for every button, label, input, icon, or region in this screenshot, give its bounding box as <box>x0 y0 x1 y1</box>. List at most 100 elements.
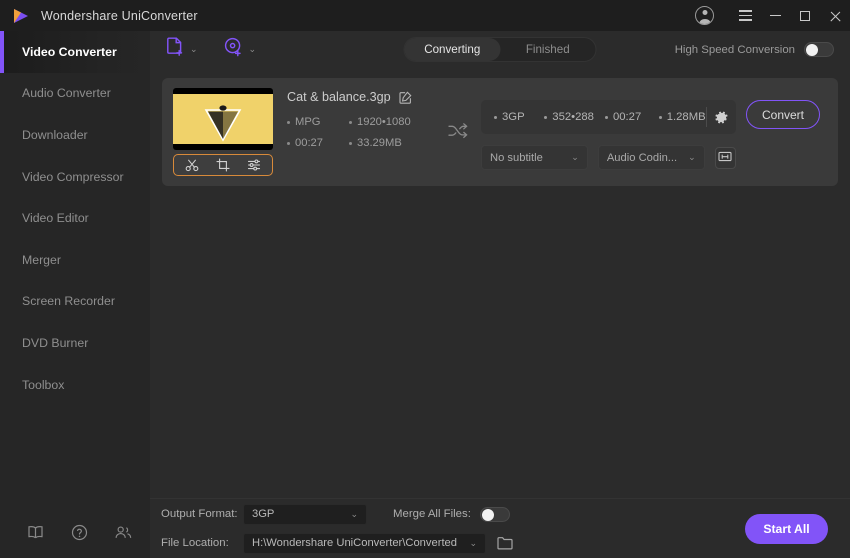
output-format: 3GP <box>494 111 544 123</box>
community-icon[interactable] <box>115 524 132 541</box>
sidebar-item-downloader[interactable]: Downloader <box>0 114 150 156</box>
source-format: MPG <box>287 116 349 128</box>
sidebar-item-label: Screen Recorder <box>22 294 115 309</box>
app-window: Wondershare UniConverter Video Converter <box>0 0 850 558</box>
media-frame-button[interactable] <box>714 146 736 169</box>
effect-icon[interactable] <box>246 158 261 173</box>
sidebar-item-label: Downloader <box>22 127 88 142</box>
minimize-icon <box>769 14 781 17</box>
disc-plus-icon <box>224 37 244 62</box>
convert-area: Convert <box>746 88 826 129</box>
pencil-square-icon[interactable] <box>399 90 412 104</box>
sidebar-item-screen-recorder[interactable]: Screen Recorder <box>0 281 150 323</box>
maximize-button[interactable] <box>790 0 820 31</box>
avatar[interactable] <box>695 6 714 25</box>
help-icon[interactable] <box>71 524 88 541</box>
chevron-down-icon: ⌄ <box>469 537 477 548</box>
audio-value: Audio Codin... <box>606 151 678 164</box>
tab-label: Converting <box>424 43 481 56</box>
folder-icon[interactable] <box>497 536 513 550</box>
merge-all-files: Merge All Files: <box>393 506 510 522</box>
sidebar-item-toolbox[interactable]: Toolbox <box>0 364 150 406</box>
source-size: 33.29MB <box>349 137 437 149</box>
toggle-knob <box>481 508 494 521</box>
convert-label: Convert <box>761 107 805 122</box>
sidebar-item-label: Video Editor <box>22 211 89 226</box>
output-size: 1.28MB <box>659 111 706 123</box>
output-settings: 3GP 352•288 00:27 1.28MB No subtitle ⌄ A… <box>481 88 736 170</box>
main-panel: ⌄ ⌄ Converting Finished High Speed Conve… <box>150 31 850 558</box>
sidebar-item-video-converter[interactable]: Video Converter <box>0 31 150 73</box>
high-speed-label: High Speed Conversion <box>674 43 795 56</box>
file-location-label: File Location: <box>161 537 229 549</box>
output-duration: 00:27 <box>605 111 659 123</box>
sidebar-item-label: Toolbox <box>22 377 65 392</box>
video-thumbnail[interactable] <box>173 88 273 150</box>
audio-select[interactable]: Audio Codin... ⌄ <box>597 145 705 170</box>
merge-label: Merge All Files: <box>393 508 471 520</box>
sidebar-item-merger[interactable]: Merger <box>0 239 150 281</box>
file-name-row: Cat & balance.3gp <box>287 90 437 104</box>
file-plus-icon <box>166 37 185 62</box>
sidebar-item-label: DVD Burner <box>22 335 89 350</box>
minimize-button[interactable] <box>760 0 790 31</box>
chevron-down-icon: ⌄ <box>190 44 198 54</box>
sidebar-item-label: Video Compressor <box>22 169 124 184</box>
file-location-row: File Location: H:\Wondershare UniConvert… <box>161 532 513 554</box>
sidebar-item-audio-converter[interactable]: Audio Converter <box>0 73 150 115</box>
close-button[interactable] <box>820 0 850 31</box>
source-duration: 00:27 <box>287 137 349 149</box>
chevron-down-icon: ⌄ <box>350 508 358 519</box>
thumbnail-area <box>173 88 273 176</box>
start-all-button[interactable]: Start All <box>745 513 828 544</box>
output-format-label: Output Format: <box>161 508 238 520</box>
close-icon <box>829 10 841 22</box>
bottom-bar: Output Format: 3GP ⌄ Merge All Files: Fi… <box>150 498 850 558</box>
sidebar: Video Converter Audio Converter Download… <box>0 31 150 558</box>
crop-icon[interactable] <box>215 158 230 173</box>
chevron-down-icon: ⌄ <box>571 152 579 162</box>
trim-icon[interactable] <box>185 158 200 173</box>
tab-converting[interactable]: Converting <box>404 38 500 61</box>
file-location-select[interactable]: H:\Wondershare UniConverter\Converted ⌄ <box>243 532 486 554</box>
app-body: Video Converter Audio Converter Download… <box>0 31 850 558</box>
app-logo-icon <box>12 6 32 26</box>
source-resolution: 1920•1080 <box>349 116 437 128</box>
add-disc-button[interactable]: ⌄ <box>224 37 257 62</box>
convert-button[interactable]: Convert <box>746 100 820 129</box>
title-bar: Wondershare UniConverter <box>0 0 850 31</box>
sidebar-item-label: Video Converter <box>22 44 117 59</box>
tab-finished[interactable]: Finished <box>500 38 596 61</box>
sidebar-item-label: Merger <box>22 252 61 267</box>
task-list: Cat & balance.3gp MPG 1920•1080 00:27 33… <box>150 68 850 498</box>
output-resolution: 352•288 <box>544 111 605 123</box>
high-speed-conversion: High Speed Conversion <box>675 42 834 57</box>
sidebar-item-video-editor[interactable]: Video Editor <box>0 197 150 239</box>
media-frame-icon <box>718 149 732 167</box>
app-title: Wondershare UniConverter <box>41 8 198 23</box>
window-controls <box>695 0 850 31</box>
gear-icon[interactable] <box>707 110 736 125</box>
output-format-select[interactable]: 3GP ⌄ <box>243 503 367 525</box>
maximize-icon <box>800 10 810 21</box>
shuffle-icon[interactable] <box>447 122 469 145</box>
subtitle-select[interactable]: No subtitle ⌄ <box>481 145 588 170</box>
high-speed-toggle[interactable] <box>804 42 834 57</box>
chevron-down-icon: ⌄ <box>688 152 696 162</box>
menu-button[interactable] <box>730 0 760 31</box>
merge-toggle[interactable] <box>479 506 510 522</box>
thumbnail-edit-toolbar <box>173 154 273 176</box>
book-icon[interactable] <box>27 524 44 541</box>
output-format-row: Output Format: 3GP ⌄ Merge All Files: <box>161 503 513 525</box>
output-selectors: No subtitle ⌄ Audio Codin... ⌄ <box>481 145 736 170</box>
file-info: Cat & balance.3gp MPG 1920•1080 00:27 33… <box>287 88 437 149</box>
file-name: Cat & balance.3gp <box>287 90 391 104</box>
subtitle-value: No subtitle <box>490 151 543 164</box>
output-format-value: 3GP <box>252 508 275 520</box>
sidebar-item-dvd-burner[interactable]: DVD Burner <box>0 322 150 364</box>
toggle-knob <box>806 44 818 56</box>
sidebar-item-video-compressor[interactable]: Video Compressor <box>0 156 150 198</box>
chevron-down-icon: ⌄ <box>248 44 257 54</box>
add-files-button[interactable]: ⌄ <box>166 37 198 62</box>
status-tabs: Converting Finished <box>403 37 597 62</box>
